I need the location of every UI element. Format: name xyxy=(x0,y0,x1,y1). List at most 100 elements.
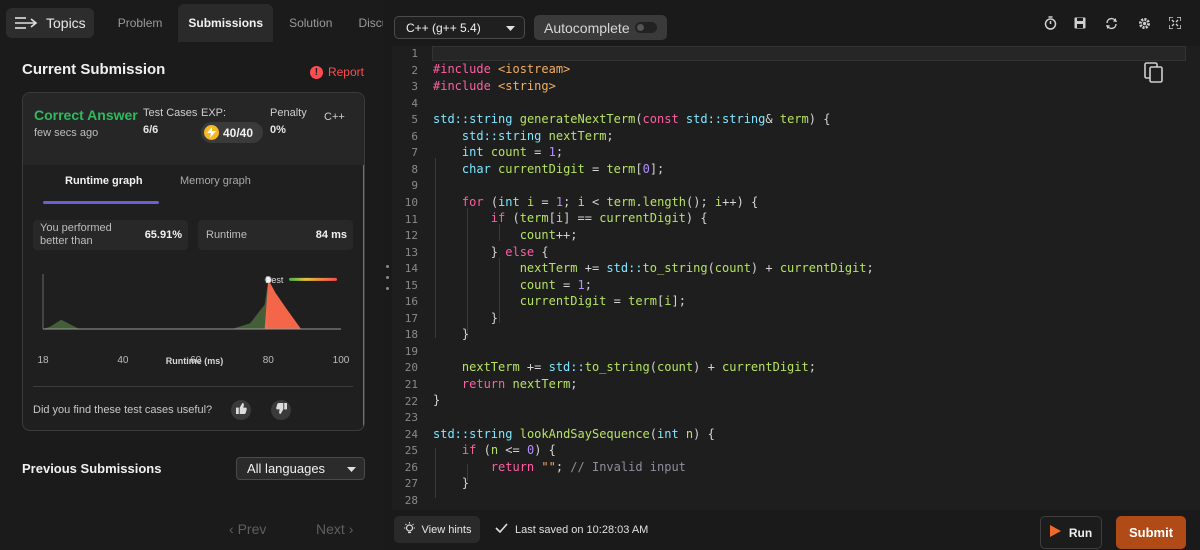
code-line: } else { xyxy=(433,245,549,259)
code-line: currentDigit = term[i]; xyxy=(519,294,686,308)
code-line: #include <string> xyxy=(433,79,556,93)
line-number: 27 xyxy=(404,477,418,491)
toggle-switch[interactable] xyxy=(635,22,657,33)
next-label: Next xyxy=(316,521,345,537)
code-line: #include <iostream> xyxy=(433,62,571,76)
submit-button[interactable]: Submit xyxy=(1116,516,1186,549)
topics-label: Topics xyxy=(46,15,86,31)
run-button[interactable]: Run xyxy=(1040,516,1102,549)
line-number: 8 xyxy=(411,162,418,176)
submitted-time: few secs ago xyxy=(34,127,99,139)
line-number: 20 xyxy=(404,361,418,375)
code-line: char currentDigit = term[0]; xyxy=(461,162,665,176)
language-filter-select[interactable]: All languages xyxy=(236,457,365,480)
card-accent-border xyxy=(363,165,364,430)
view-hints-label: View hints xyxy=(421,523,472,536)
next-page-button[interactable]: Next › xyxy=(316,521,353,537)
resize-grip-dot xyxy=(386,265,389,268)
thumbs-down-icon xyxy=(275,401,287,419)
previous-submissions-title: Previous Submissions xyxy=(22,461,162,476)
check-icon xyxy=(495,523,508,536)
line-number: 25 xyxy=(404,444,418,458)
language-label: C++ xyxy=(324,111,345,123)
save-icon[interactable] xyxy=(1072,15,1088,31)
runtime-value: 84 ms xyxy=(315,229,347,241)
code-line: } xyxy=(433,327,470,341)
code-line: return nextTerm; xyxy=(461,377,578,391)
language-filter-value: All languages xyxy=(247,461,326,476)
line-number: 16 xyxy=(404,295,418,309)
line-number: 3 xyxy=(411,80,418,94)
last-saved-text: Last saved on 10:28:03 AM xyxy=(515,523,649,536)
line-number: 23 xyxy=(404,411,418,425)
exp-value: 40/40 xyxy=(223,125,254,140)
current-submission-title: Current Submission xyxy=(22,61,166,78)
chevron-left-icon: ‹ xyxy=(229,521,234,537)
performance-stat: You performed better than 65.91% xyxy=(33,220,188,250)
code-line: count = 1; xyxy=(519,278,592,292)
line-number: 21 xyxy=(404,378,418,391)
run-label: Run xyxy=(1068,525,1093,540)
card-divider xyxy=(33,386,353,387)
performed-value: 65.91% xyxy=(144,229,182,241)
resize-grip-dot xyxy=(386,276,389,279)
copy-icon[interactable] xyxy=(1144,62,1166,86)
menu-arrow-icon xyxy=(14,16,38,30)
line-number: 24 xyxy=(404,427,418,441)
code-area[interactable]: 1 2 3 4 5 6 7 8 9 10 11 12 13 14 15 16 17 18 19 20 21 22 23 24 2… xyxy=(392,46,1200,510)
app-root: Topics Problem Submissions Solution Disc… xyxy=(0,0,1200,550)
exp-badge: 40/40 xyxy=(201,122,263,143)
code-line: count++; xyxy=(519,228,578,242)
test-cases-label: Test Cases xyxy=(143,107,198,119)
line-number: 13 xyxy=(404,245,418,259)
tab-solution[interactable]: Solution xyxy=(279,4,342,42)
tab-submissions[interactable]: Submissions xyxy=(178,4,274,42)
code-line: std::string lookAndSaySequence(int n) { xyxy=(433,427,715,441)
line-number: 28 xyxy=(404,493,418,507)
thumbs-up-icon xyxy=(235,401,247,419)
reset-icon[interactable] xyxy=(1103,15,1119,31)
fullscreen-icon[interactable] xyxy=(1167,15,1183,31)
code-line: } xyxy=(433,311,499,325)
best-gradient-bar xyxy=(289,277,337,281)
editor-footer: View hints Last saved on 10:28:03 AM Run… xyxy=(392,510,1200,550)
chart-xlabel: Runtime (ms) xyxy=(165,356,224,366)
play-icon xyxy=(1049,525,1061,540)
penalty-value: 0% xyxy=(270,124,286,136)
chart-series-area xyxy=(43,279,269,329)
thumbs-down-button[interactable] xyxy=(271,400,291,420)
autocomplete-toggle[interactable]: Autocomplete xyxy=(534,15,667,40)
line-number: 10 xyxy=(404,195,418,209)
line-number: 19 xyxy=(404,344,418,358)
settings-icon[interactable] xyxy=(1136,15,1152,31)
top-nav: Topics Problem Submissions Solution Disc… xyxy=(0,0,400,46)
penalty-label: Penalty xyxy=(270,107,307,119)
topics-button[interactable]: Topics xyxy=(6,8,94,38)
code-line: } xyxy=(433,476,470,490)
chart-series-area xyxy=(264,279,341,329)
timer-icon[interactable] xyxy=(1042,15,1058,31)
prev-label: Prev xyxy=(237,521,267,537)
prev-page-button[interactable]: ‹ Prev xyxy=(229,521,266,537)
report-button[interactable]: ! Report xyxy=(309,65,364,79)
tab-memory-graph[interactable]: Memory graph xyxy=(180,175,251,187)
line-number: 7 xyxy=(411,146,418,160)
tab-problem[interactable]: Problem xyxy=(108,4,173,42)
panel-resize-handle[interactable] xyxy=(383,0,392,550)
report-icon: ! xyxy=(309,65,323,79)
code-line: nextTerm += std::to_string(count) + curr… xyxy=(461,360,816,374)
useful-question: Did you find these test cases useful? xyxy=(33,404,213,416)
code-line: } xyxy=(433,393,441,407)
resize-grip-dot xyxy=(386,287,389,290)
code-editor-panel: C++ (g++ 5.4) Autocomplete 1 2 3 4 5 6 7… xyxy=(392,0,1200,550)
line-number: 5 xyxy=(411,113,418,127)
code-line: std::string nextTerm; xyxy=(461,129,614,143)
line-number: 18 xyxy=(404,328,418,342)
line-number: 22 xyxy=(404,394,418,408)
language-select[interactable]: C++ (g++ 5.4) xyxy=(394,16,525,39)
tab-runtime-graph[interactable]: Runtime graph xyxy=(65,175,143,187)
view-hints-button[interactable]: View hints xyxy=(394,516,480,543)
code-line: std::string generateNextTerm(const std::… xyxy=(433,112,831,126)
runtime-label: Runtime xyxy=(206,229,247,241)
thumbs-up-button[interactable] xyxy=(231,400,251,420)
